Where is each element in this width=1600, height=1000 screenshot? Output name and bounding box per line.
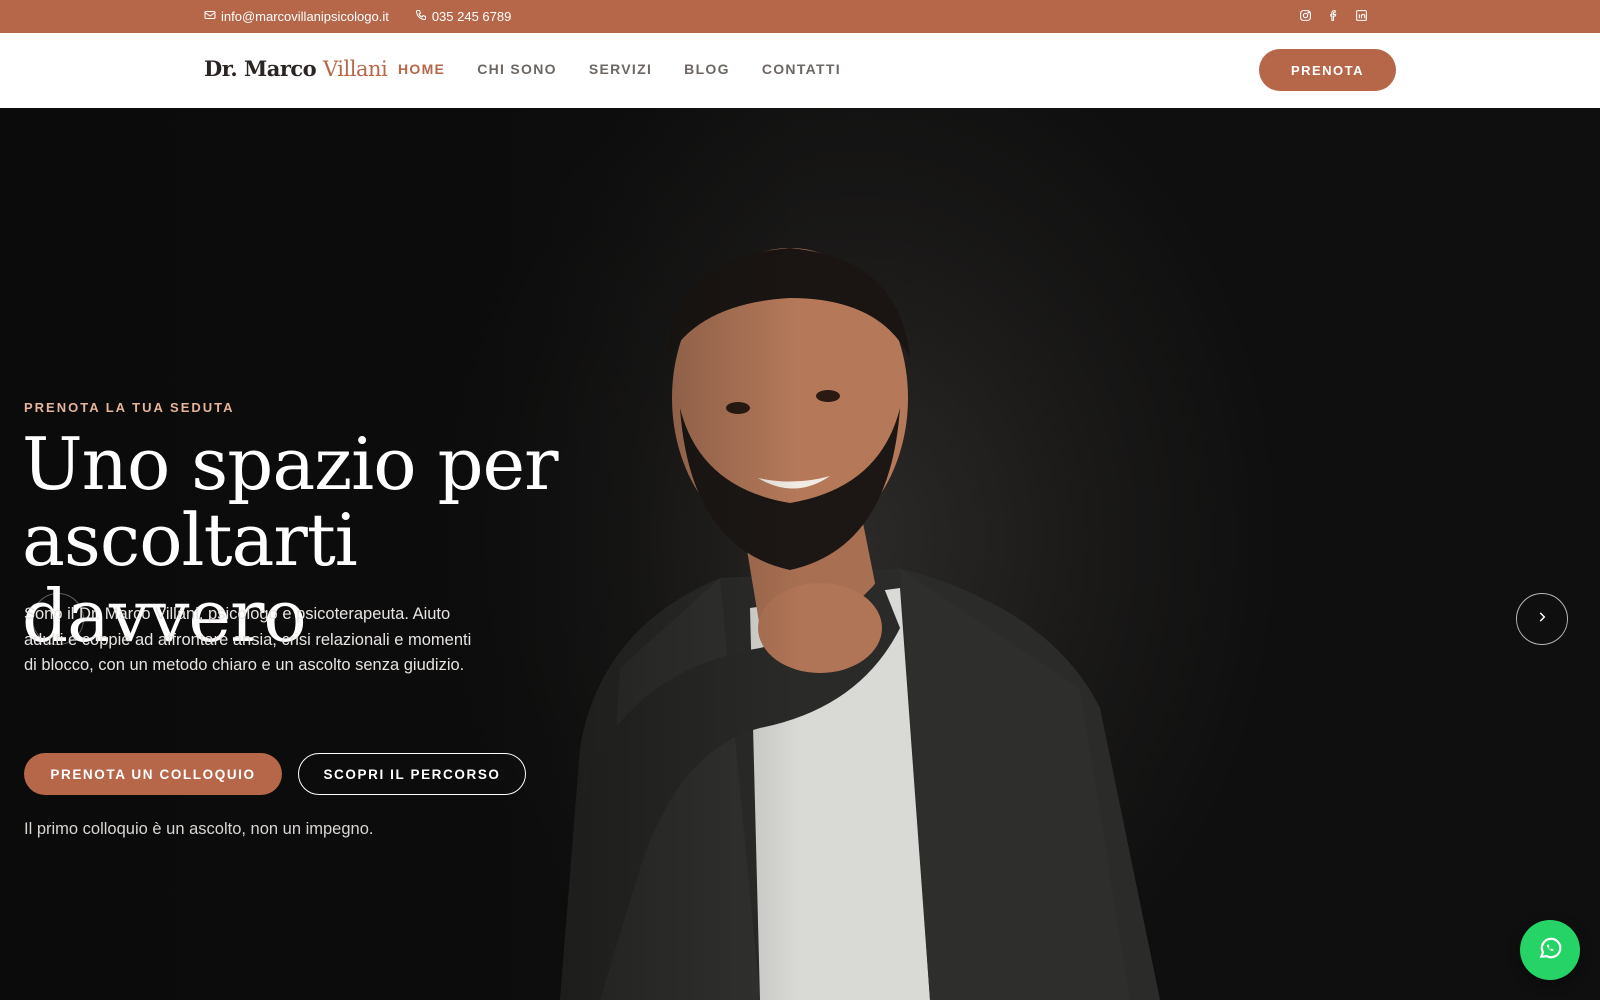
phone-text: 035 245 6789 — [431, 9, 512, 24]
carousel-prev-button[interactable] — [32, 593, 84, 645]
top-bar: info@marcovillanipsicologo.it 035 245 67… — [0, 0, 1600, 33]
mail-icon — [204, 9, 216, 24]
logo-name: Dr. Marco — [204, 56, 317, 81]
carousel-next-button[interactable] — [1516, 593, 1568, 645]
site-logo[interactable]: Dr. Marco Villani — [204, 56, 388, 81]
nav-chi-sono[interactable]: CHI SONO — [477, 61, 557, 77]
hero-section: PRENOTA LA TUA SEDUTA Uno spazio per asc… — [0, 108, 1600, 1000]
main-header: Dr. Marco Villani HOME CHI SONO SERVIZI … — [0, 33, 1600, 108]
discover-path-button[interactable]: SCOPRI IL PERCORSO — [298, 753, 526, 795]
hero-note: Il primo colloquio è un ascolto, non un … — [24, 820, 374, 838]
facebook-icon[interactable] — [1326, 8, 1340, 22]
chevron-left-icon — [51, 610, 65, 629]
linkedin-icon[interactable] — [1354, 8, 1368, 22]
nav-home[interactable]: HOME — [398, 61, 445, 77]
whatsapp-icon — [1537, 935, 1563, 966]
book-button[interactable]: PRENOTA — [1259, 49, 1396, 91]
social-links — [1298, 8, 1368, 22]
phone-link[interactable]: 035 245 6789 — [415, 9, 512, 24]
book-session-button[interactable]: PRENOTA UN COLLOQUIO — [24, 753, 282, 795]
instagram-icon[interactable] — [1298, 8, 1312, 22]
chevron-right-icon — [1535, 610, 1549, 629]
hero-title-line1: Uno spazio per — [22, 422, 559, 506]
whatsapp-button[interactable] — [1520, 920, 1580, 980]
logo-accent: Villani — [323, 57, 388, 81]
nav-blog[interactable]: BLOG — [684, 61, 730, 77]
main-nav: HOME CHI SONO SERVIZI BLOG CONTATTI — [398, 61, 841, 77]
email-link[interactable]: info@marcovillanipsicologo.it — [204, 9, 389, 24]
phone-icon — [415, 9, 427, 24]
hero-eyebrow: PRENOTA LA TUA SEDUTA — [24, 400, 235, 415]
nav-servizi[interactable]: SERVIZI — [589, 61, 652, 77]
hero-description: Sono il Dr. Marco Villani, psicologo e p… — [24, 605, 472, 674]
nav-contatti[interactable]: CONTATTI — [762, 61, 841, 77]
contact-info: info@marcovillanipsicologo.it 035 245 67… — [204, 9, 511, 24]
email-text: info@marcovillanipsicologo.it — [221, 9, 389, 24]
